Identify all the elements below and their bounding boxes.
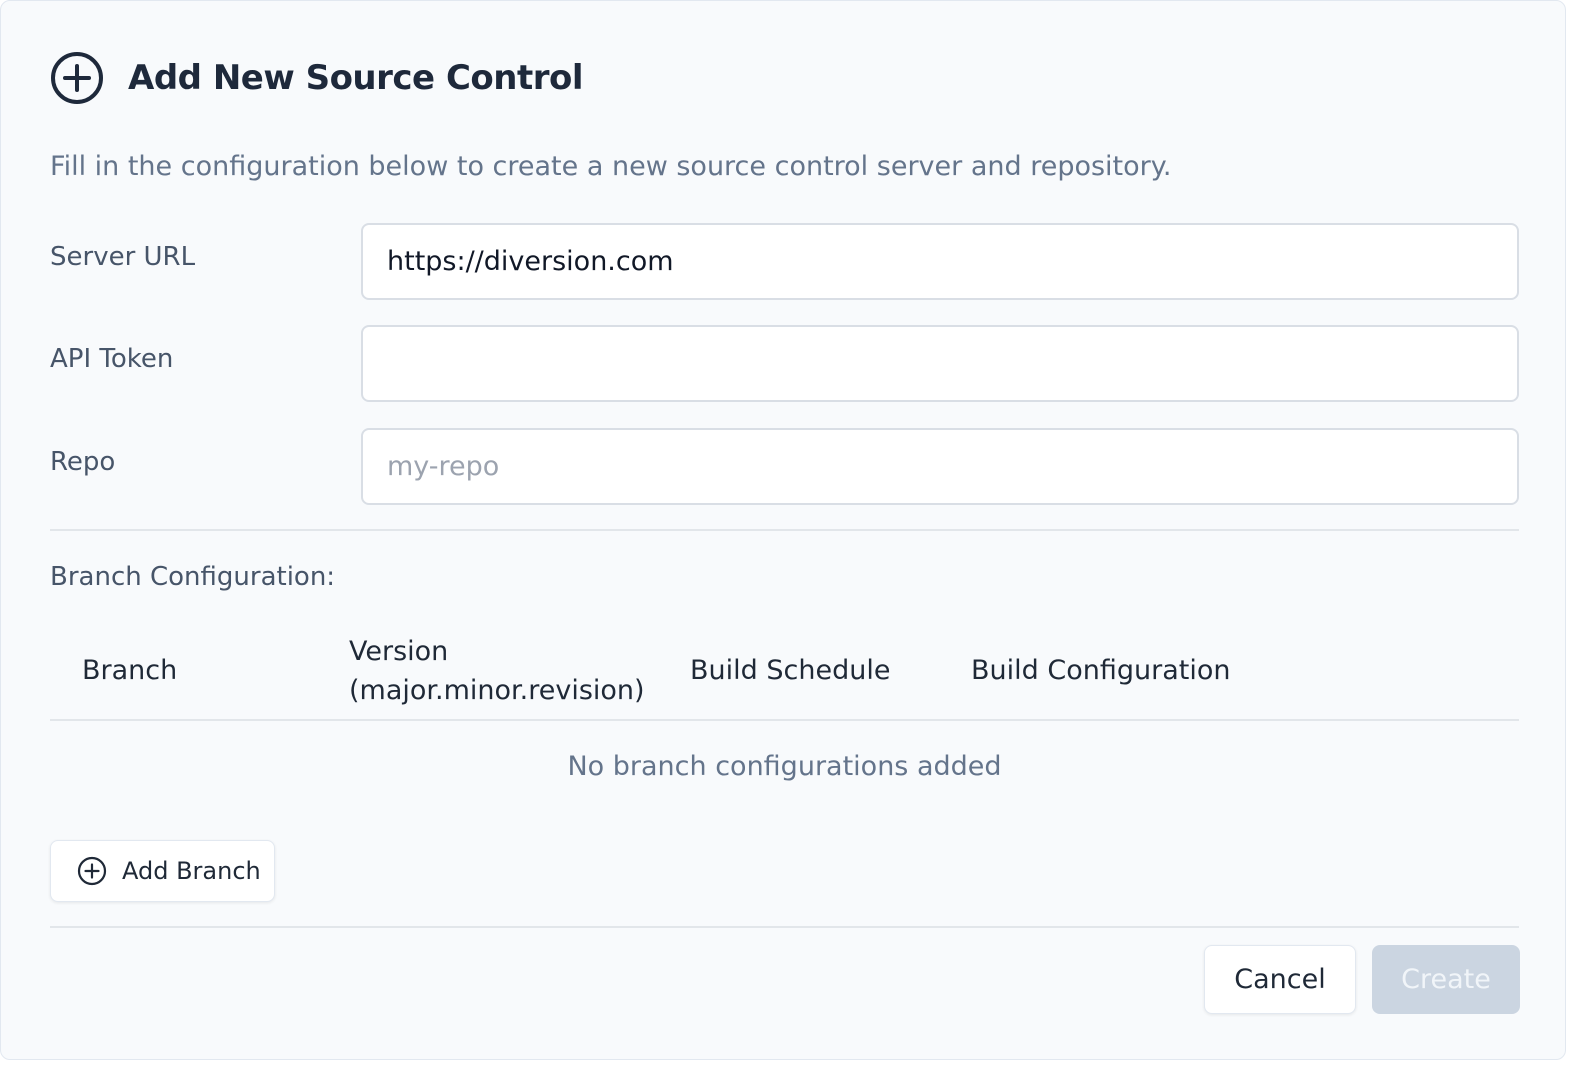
column-header-build-schedule: Build Schedule bbox=[690, 655, 891, 686]
column-header-build-configuration: Build Configuration bbox=[971, 655, 1231, 686]
plus-circle-icon bbox=[51, 52, 103, 104]
cancel-button[interactable]: Cancel bbox=[1204, 945, 1356, 1014]
add-source-control-dialog: Add New Source Control Fill in the confi… bbox=[0, 0, 1566, 1060]
dialog-title: Add New Source Control bbox=[128, 58, 584, 98]
api-token-label: API Token bbox=[50, 344, 174, 374]
api-token-input[interactable] bbox=[361, 325, 1519, 402]
dialog-subtitle: Fill in the configuration below to creat… bbox=[50, 151, 1172, 182]
server-url-input[interactable] bbox=[361, 223, 1519, 300]
column-header-version: Version (major.minor.revision) bbox=[349, 632, 645, 710]
column-header-version-line1: Version bbox=[349, 636, 449, 667]
dialog-header: Add New Source Control bbox=[50, 51, 584, 105]
footer-divider bbox=[50, 926, 1519, 928]
add-branch-button[interactable]: Add Branch bbox=[50, 840, 275, 902]
plus-circle-icon bbox=[77, 856, 107, 886]
form-divider bbox=[50, 529, 1519, 531]
column-header-version-line2: (major.minor.revision) bbox=[349, 675, 645, 706]
create-button[interactable]: Create bbox=[1372, 945, 1520, 1014]
branch-config-label: Branch Configuration: bbox=[50, 562, 336, 592]
empty-branches-message: No branch configurations added bbox=[567, 751, 1002, 782]
column-header-branch: Branch bbox=[82, 655, 178, 686]
server-url-label: Server URL bbox=[50, 242, 196, 272]
repo-input[interactable] bbox=[361, 428, 1519, 505]
table-header-divider bbox=[50, 719, 1519, 721]
add-branch-label: Add Branch bbox=[122, 857, 261, 885]
repo-label: Repo bbox=[50, 447, 116, 477]
